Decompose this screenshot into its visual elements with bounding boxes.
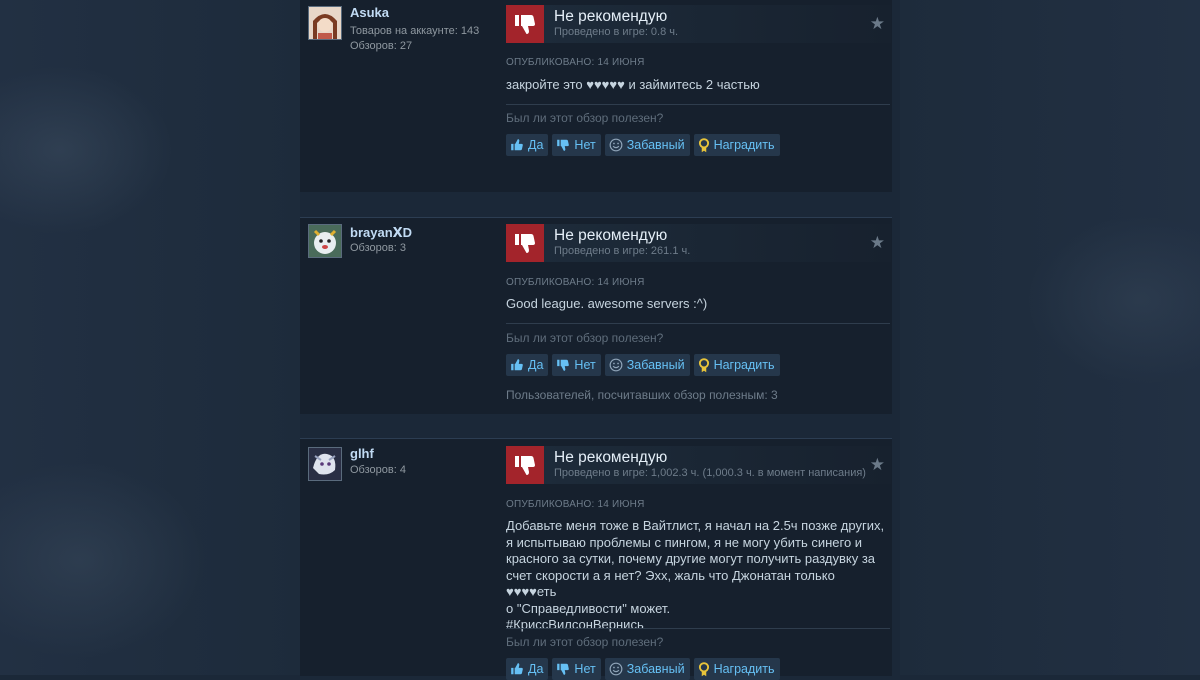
helpful-count: Пользователей, посчитавших обзор полезны… — [506, 388, 778, 402]
award-icon — [698, 661, 710, 677]
review-content-line: красного за сутки, почему другие могут п… — [506, 551, 876, 566]
award-button[interactable]: Наградить — [693, 658, 780, 680]
review-card: brayanⅩD Обзоров: 3 Не рекомендую Провед… — [300, 217, 892, 414]
avatar[interactable] — [308, 6, 342, 40]
divider — [506, 323, 890, 324]
review-content-line: я испытываю проблемы с пингом, я не могу… — [506, 534, 863, 550]
divider — [506, 104, 890, 105]
award-label: Наградить — [713, 138, 775, 152]
vote-funny-label: Забавный — [626, 138, 685, 152]
vote-no-button[interactable]: Нет — [552, 658, 601, 680]
vote-yes-button[interactable]: Да — [506, 134, 549, 156]
thumbs-down-icon — [556, 138, 570, 152]
thumbs-up-icon — [510, 138, 524, 152]
award-icon — [698, 357, 710, 373]
thumbs-down-icon — [556, 358, 570, 372]
background-left — [0, 0, 300, 675]
meta-reviews[interactable]: Обзоров: 3 — [350, 241, 406, 256]
username[interactable]: brayanⅩD — [350, 225, 412, 241]
vote-buttons: Да Нет Забавный Наградить — [506, 134, 780, 156]
review-content-line: счет скорости а я нет? Эхх, жаль что Джо… — [506, 567, 835, 600]
avatar[interactable] — [308, 224, 342, 258]
reviews-column: Asuka Товаров на аккаунте: 143 Обзоров: … — [300, 0, 892, 680]
smiley-icon — [609, 358, 623, 372]
vote-funny-button[interactable]: Забавный — [604, 134, 690, 156]
vote-buttons: Да Нет Забавный Наградить — [506, 658, 780, 680]
award-button[interactable]: Наградить — [693, 354, 780, 376]
verdict-title: Не рекомендую — [554, 8, 668, 25]
star-icon[interactable]: ★ — [870, 234, 885, 251]
award-label: Наградить — [713, 358, 775, 372]
smiley-icon — [609, 138, 623, 152]
meta-products[interactable]: Товаров на аккаунте: 143 — [350, 24, 479, 39]
vote-yes-label: Да — [528, 358, 544, 372]
meta-reviews[interactable]: Обзоров: 27 — [350, 39, 412, 54]
review-content-line: Добавьте меня тоже в Вайтлист, я начал н… — [506, 518, 885, 533]
thumbs-down-icon — [556, 662, 570, 676]
vote-funny-label: Забавный — [626, 662, 685, 676]
thumbs-up-icon — [510, 662, 524, 676]
background-right — [900, 0, 1200, 675]
vote-no-label: Нет — [574, 662, 596, 676]
avatar[interactable] — [308, 447, 342, 481]
posted-date: ОПУБЛИКОВАНО: 14 ИЮНЯ — [506, 277, 645, 288]
playtime: Проведено в игре: 261.1 ч. — [554, 245, 691, 257]
verdict-title: Не рекомендую — [554, 449, 668, 466]
vote-header[interactable]: Не рекомендую Проведено в игре: 261.1 ч.… — [506, 224, 891, 262]
review-card: glhf Обзоров: 4 Не рекомендую Проведено … — [300, 438, 892, 680]
award-icon — [698, 137, 710, 153]
review-content: Good league. awesome servers :^) — [506, 296, 708, 311]
username[interactable]: glhf — [350, 446, 374, 461]
vote-yes-label: Да — [528, 138, 544, 152]
posted-date: ОПУБЛИКОВАНО: 14 ИЮНЯ — [506, 499, 645, 510]
username[interactable]: Asuka — [350, 5, 389, 20]
vote-no-button[interactable]: Нет — [552, 354, 601, 376]
star-icon[interactable]: ★ — [870, 456, 885, 473]
vote-funny-button[interactable]: Забавный — [604, 658, 690, 680]
vote-header[interactable]: Не рекомендую Проведено в игре: 0.8 ч. ★ — [506, 5, 891, 43]
star-icon[interactable]: ★ — [870, 15, 885, 32]
review-card: Asuka Товаров на аккаунте: 143 Обзоров: … — [300, 0, 892, 192]
review-content-line: о "Справедливости" может. — [506, 600, 671, 616]
vote-funny-label: Забавный — [626, 358, 685, 372]
helpful-question: Был ли этот обзор полезен? — [506, 111, 664, 125]
vote-yes-button[interactable]: Да — [506, 354, 549, 376]
review-content-line: #КриссВилсонВернись — [506, 617, 644, 632]
playtime: Проведено в игре: 0.8 ч. — [554, 26, 679, 38]
vote-buttons: Да Нет Забавный Наградить — [506, 354, 780, 376]
helpful-question: Был ли этот обзор полезен? — [506, 635, 664, 649]
playtime: Проведено в игре: 1,002.3 ч. (1,000.3 ч.… — [554, 467, 866, 479]
vote-header[interactable]: Не рекомендую Проведено в игре: 1,002.3 … — [506, 446, 891, 484]
vote-no-label: Нет — [574, 138, 596, 152]
award-button[interactable]: Наградить — [693, 134, 780, 156]
vote-yes-label: Да — [528, 662, 544, 676]
meta-reviews[interactable]: Обзоров: 4 — [350, 463, 406, 478]
posted-date: ОПУБЛИКОВАНО: 14 ИЮНЯ — [506, 57, 645, 68]
thumbs-down-icon — [506, 446, 544, 484]
smiley-icon — [609, 662, 623, 676]
thumbs-down-icon — [506, 5, 544, 43]
thumbs-up-icon — [510, 358, 524, 372]
vote-no-label: Нет — [574, 358, 596, 372]
award-label: Наградить — [713, 662, 775, 676]
vote-no-button[interactable]: Нет — [552, 134, 601, 156]
thumbs-down-icon — [506, 224, 544, 262]
divider — [506, 628, 890, 629]
review-content: закройте это ♥♥♥♥♥ и займитесь 2 частью — [506, 77, 760, 92]
verdict-title: Не рекомендую — [554, 227, 668, 244]
vote-funny-button[interactable]: Забавный — [604, 354, 690, 376]
helpful-question: Был ли этот обзор полезен? — [506, 331, 664, 345]
vote-yes-button[interactable]: Да — [506, 658, 549, 680]
review-content: Добавьте меня тоже в Вайтлист, я начал н… — [506, 518, 886, 634]
